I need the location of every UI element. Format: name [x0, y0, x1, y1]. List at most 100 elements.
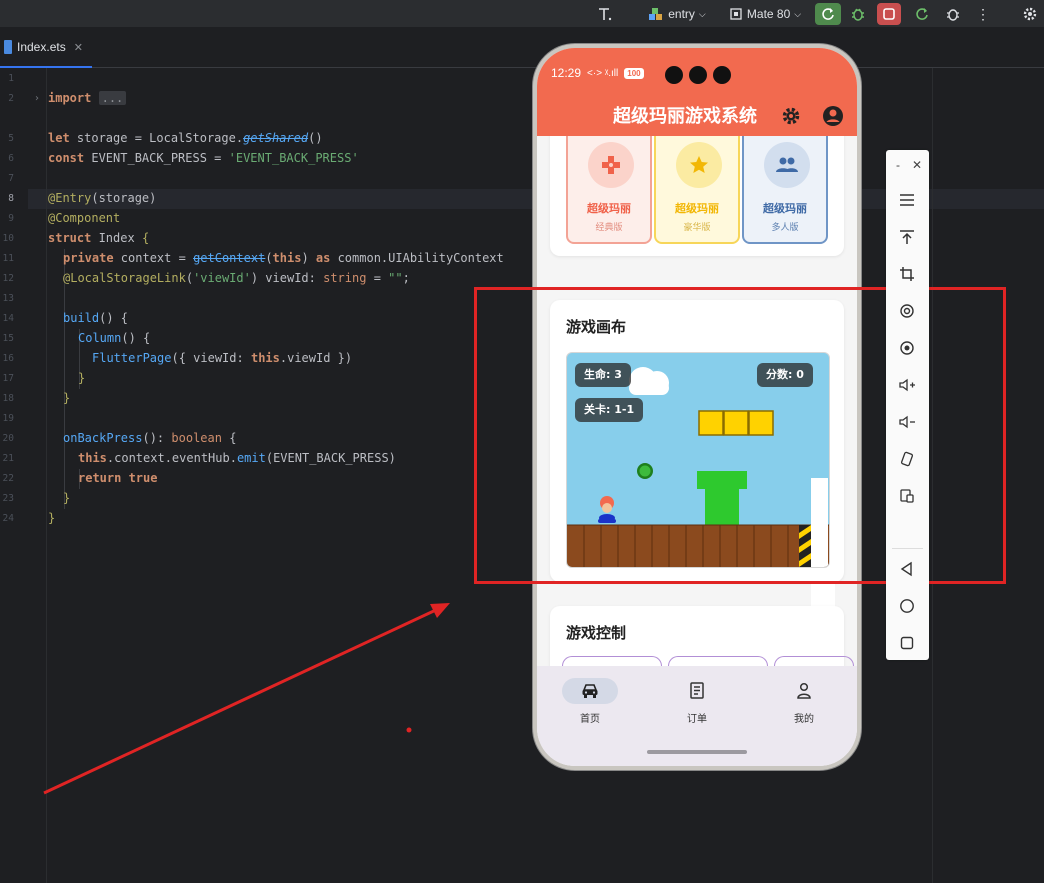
run-config-label: entry: [668, 7, 695, 21]
more-icon[interactable]: ⋮: [972, 3, 994, 25]
star-icon: [676, 142, 722, 188]
line-number: 5: [8, 133, 14, 144]
brick-block: [698, 410, 724, 436]
window-controls: - ✕: [886, 156, 929, 174]
line-number: 12: [2, 273, 14, 284]
version-name: 超级玛丽: [763, 202, 807, 215]
code-line: }: [63, 491, 71, 505]
version-sub: 多人版: [771, 223, 799, 233]
code-line: FlutterPage({ viewId: this.viewId }): [92, 351, 353, 365]
crop-icon[interactable]: [895, 262, 919, 286]
code-line: build() {: [63, 311, 129, 325]
editor-tab-bar: Index.ets ✕: [0, 28, 1044, 68]
recents-square-icon[interactable]: [895, 631, 919, 655]
chevron-down-icon: ⌵: [698, 8, 706, 19]
minimize-icon[interactable]: -: [896, 158, 900, 172]
control-button[interactable]: [562, 656, 662, 666]
hazard-stripe: [799, 525, 811, 567]
attach-debugger-icon[interactable]: [941, 3, 965, 25]
nav-orders[interactable]: 订单: [662, 678, 732, 725]
line-number: 11: [2, 253, 14, 264]
fold-marker-icon[interactable]: ›: [35, 89, 39, 109]
nav-profile[interactable]: 我的: [769, 678, 839, 725]
version-card: 超级玛丽 经典版 超级玛丽 豪华版 超级玛丽 多人版: [550, 136, 844, 256]
group-icon: [764, 142, 810, 188]
code-line: struct Index {: [48, 231, 150, 245]
line-gutter: 1 2 5 6 7 8 9 10 11 12 13 14 15 16 17 18…: [0, 68, 28, 883]
camera-cutout: [665, 66, 683, 84]
settings-icon[interactable]: [1018, 3, 1042, 25]
code-line: }: [48, 511, 56, 525]
receipt-icon: [669, 678, 725, 704]
phone-emulator: 12:29 <·> ᵡ.ıll 100 超级玛丽游戏系统 超级玛丽 经典版 超级…: [533, 44, 861, 770]
status-bar: 12:29 <·> ᵡ.ıll 100: [551, 66, 644, 80]
home-circle-icon[interactable]: [895, 594, 919, 618]
code-line: import ...: [48, 88, 127, 108]
pin-top-icon[interactable]: [895, 225, 919, 249]
phone-screen[interactable]: 12:29 <·> ᵡ.ıll 100 超级玛丽游戏系统 超级玛丽 经典版 超级…: [537, 48, 857, 766]
line-number: 19: [2, 413, 14, 424]
device-dropdown[interactable]: Mate 80 ⌵: [723, 3, 807, 25]
volume-down-icon[interactable]: [895, 410, 919, 434]
gear-icon[interactable]: [781, 106, 801, 130]
version-sub: 豪华版: [683, 223, 711, 233]
code-line: }: [78, 371, 86, 385]
reload-app-button[interactable]: [815, 3, 841, 25]
module-icon: [649, 8, 663, 20]
signal-icon: <·> ᵡ.ıll: [587, 67, 619, 79]
person-icon: [776, 678, 832, 704]
menu-icon[interactable]: [895, 188, 919, 212]
scroll-content[interactable]: 超级玛丽 经典版 超级玛丽 豪华版 超级玛丽 多人版 游戏画布 生命: 3 分数…: [537, 136, 857, 666]
line-number: 18: [2, 393, 14, 404]
code-line: onBackPress(): boolean {: [63, 431, 237, 445]
line-number: 23: [2, 493, 14, 504]
version-deluxe-card[interactable]: 超级玛丽 豪华版: [654, 136, 740, 244]
account-circle-icon[interactable]: [822, 105, 844, 131]
line-number: 21: [2, 453, 14, 464]
code-line: @Component: [48, 211, 121, 225]
toolbar-divider: [892, 548, 923, 549]
version-multiplayer-card[interactable]: 超级玛丽 多人版: [742, 136, 828, 244]
brick-block: [723, 410, 749, 436]
close-icon[interactable]: ✕: [912, 158, 922, 172]
close-icon[interactable]: ✕: [74, 41, 83, 54]
file-tab-index[interactable]: Index.ets ✕: [0, 28, 92, 68]
version-classic-card[interactable]: 超级玛丽 经典版: [566, 136, 652, 244]
line-number: 22: [2, 473, 14, 484]
line-number: 15: [2, 333, 14, 344]
right-margin-guide: [932, 68, 933, 883]
code-line: let storage = LocalStorage.getShared(): [48, 131, 323, 145]
camera-cutout: [689, 66, 707, 84]
line-number: 7: [8, 173, 14, 184]
multi-device-icon[interactable]: [895, 484, 919, 508]
line-number: 13: [2, 293, 14, 304]
control-button[interactable]: [668, 656, 768, 666]
back-triangle-icon[interactable]: [895, 557, 919, 581]
apply-changes-icon[interactable]: [910, 3, 934, 25]
rotate-device-icon[interactable]: [895, 447, 919, 471]
cloud: [629, 367, 669, 395]
nav-home[interactable]: 首页: [555, 678, 625, 725]
ets-file-icon: [4, 40, 12, 54]
code-line: @LocalStorageLink('viewId') viewId: stri…: [63, 271, 410, 285]
run-config-dropdown[interactable]: entry ⌵: [644, 3, 710, 25]
debug-bug-icon[interactable]: [846, 3, 870, 25]
line-number: 24: [2, 513, 14, 524]
bottom-navigation: 首页 订单 我的: [537, 666, 857, 766]
stop-button[interactable]: [877, 3, 901, 25]
game-canvas[interactable]: 生命: 3 分数: 0 关卡: 1-1: [566, 352, 830, 568]
line-number: 10: [2, 233, 14, 244]
home-indicator[interactable]: [647, 750, 747, 754]
nav-label: 首页: [580, 714, 600, 725]
file-tab-label: Index.ets: [17, 40, 66, 54]
rotate-icon[interactable]: [895, 299, 919, 323]
line-number: 20: [2, 433, 14, 444]
pipe: [697, 471, 747, 489]
game-control-card: 游戏控制: [550, 606, 854, 666]
volume-up-icon[interactable]: [895, 373, 919, 397]
record-icon[interactable]: [895, 336, 919, 360]
car-icon: [562, 678, 618, 704]
code-line: const EVENT_BACK_PRESS = 'EVENT_BACK_PRE…: [48, 151, 359, 165]
text-tool-icon[interactable]: [593, 3, 617, 25]
control-button[interactable]: [774, 656, 854, 666]
